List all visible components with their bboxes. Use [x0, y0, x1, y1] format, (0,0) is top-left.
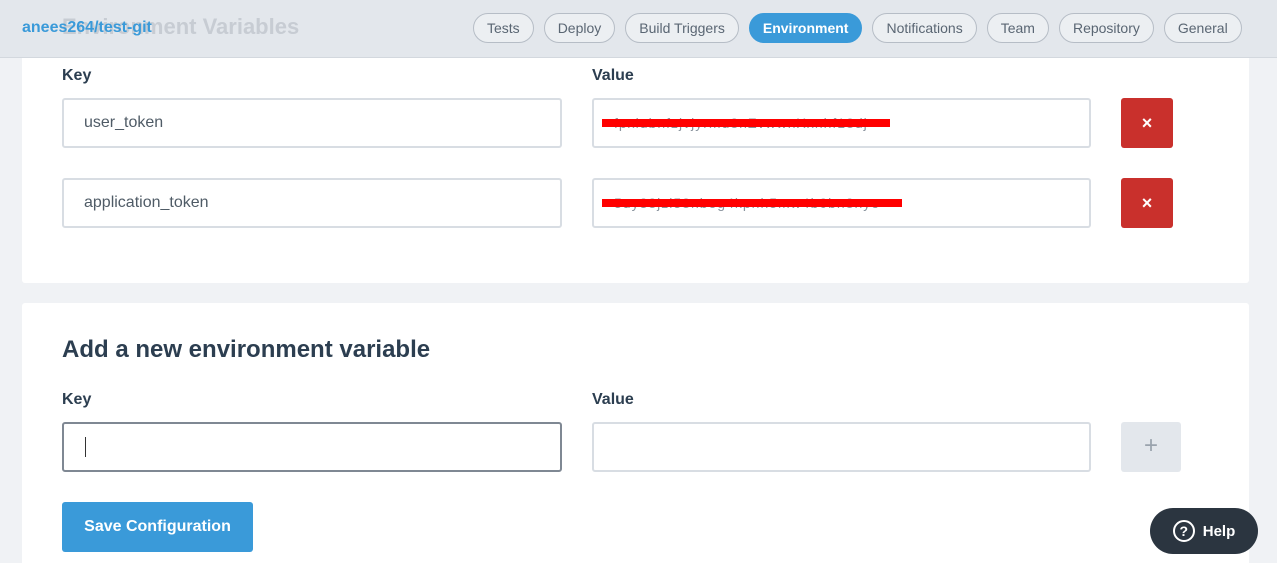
tab-build-triggers[interactable]: Build Triggers	[625, 13, 739, 43]
new-key-label: Key	[62, 391, 92, 408]
value-column-label: Value	[592, 67, 634, 84]
env-value-field-user-token[interactable]: fpxlubnfzjvjyrmu8nZvwwnXxnhf18dj	[592, 98, 1091, 148]
tab-repository[interactable]: Repository	[1058, 13, 1154, 43]
question-icon: ?	[1172, 520, 1195, 542]
new-value-label: Value	[592, 391, 634, 408]
env-key-field-application-token[interactable]: application_token	[62, 178, 562, 228]
env-key-text: user_token	[84, 114, 164, 131]
add-env-var-title: Add a new environment variable	[62, 336, 431, 363]
redaction-bar	[602, 199, 903, 207]
env-value-field-application-token[interactable]: 5uy38jzi58nbeg4kpnh5mw4b0bn8nyo	[592, 178, 1091, 228]
plus-icon: +	[1143, 432, 1158, 459]
delete-env-var-button[interactable]: ×	[1121, 178, 1173, 228]
close-icon: ×	[1141, 193, 1153, 213]
tab-tests[interactable]: Tests	[473, 13, 534, 43]
tab-environment[interactable]: Environment	[748, 13, 863, 43]
help-label: Help	[1202, 522, 1236, 540]
env-vars-card	[22, 40, 1249, 283]
tab-notifications[interactable]: Notifications	[872, 13, 977, 43]
top-bar: Environment Variables anees264/test-git …	[0, 0, 1277, 58]
delete-env-var-button[interactable]: ×	[1121, 98, 1173, 148]
tab-general[interactable]: General	[1163, 13, 1242, 43]
close-icon: ×	[1141, 113, 1153, 133]
redaction-bar	[602, 119, 890, 127]
tab-team[interactable]: Team	[986, 13, 1049, 43]
repo-name-link[interactable]: anees264/test-git	[22, 19, 152, 37]
env-key-text: application_token	[84, 194, 209, 211]
new-value-input[interactable]	[592, 422, 1091, 472]
text-caret	[85, 437, 86, 457]
redacted-value: fpxlubnfzjvjyrmu8nZvwwnXxnhf18dj	[602, 100, 890, 146]
redacted-value: 5uy38jzi58nbeg4kpnh5mw4b0bn8nyo	[602, 180, 903, 226]
new-key-input[interactable]	[62, 422, 562, 472]
env-key-field-user-token[interactable]: user_token	[62, 98, 562, 148]
add-env-var-button[interactable]: +	[1121, 422, 1181, 472]
settings-tabs: Tests Deploy Build Triggers Environment …	[473, 13, 1242, 43]
help-button[interactable]: ? Help	[1150, 508, 1258, 554]
key-column-label: Key	[62, 67, 92, 84]
tab-deploy[interactable]: Deploy	[543, 13, 616, 43]
save-configuration-button[interactable]: Save Configuration	[62, 502, 253, 552]
